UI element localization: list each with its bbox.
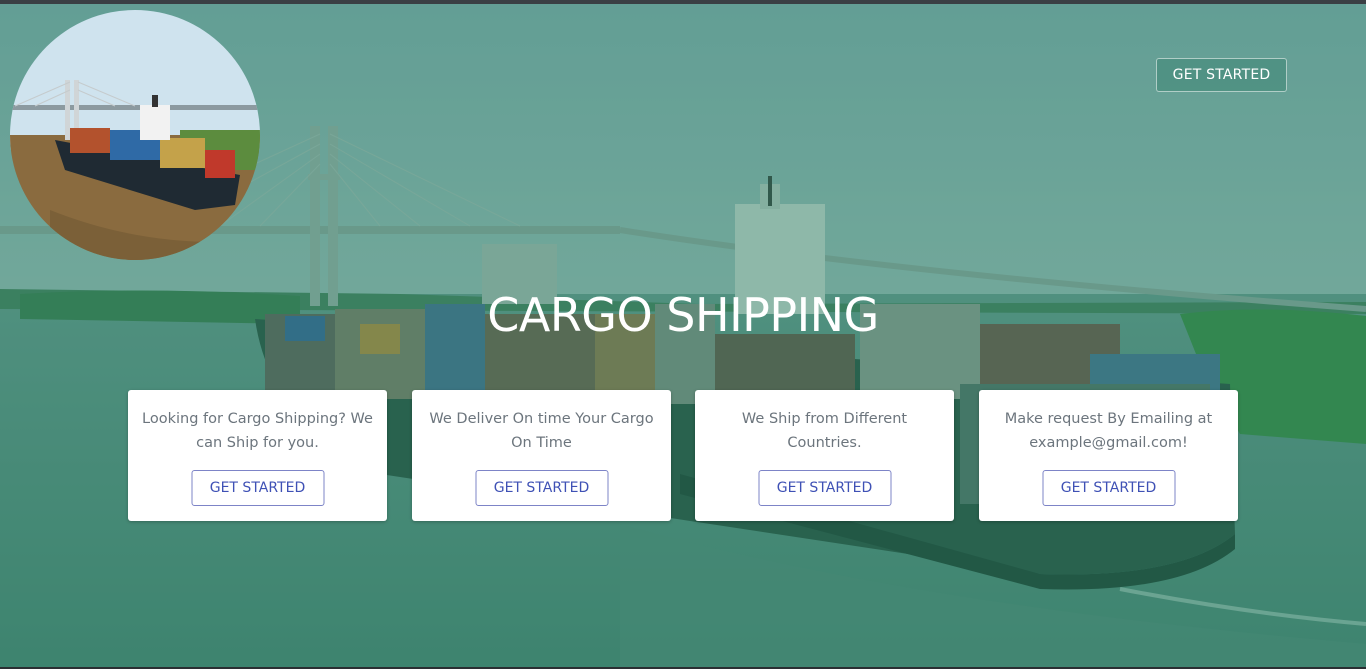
ship-logo-icon — [10, 10, 260, 260]
card-text: Looking for Cargo Shipping? We can Ship … — [142, 411, 373, 451]
card-get-started-button[interactable]: GET STARTED — [758, 470, 891, 506]
feature-card-countries: We Ship from Different Countries. GET ST… — [695, 390, 954, 521]
card-text: We Ship from Different Countries. — [741, 411, 908, 451]
header-get-started-button[interactable]: GET STARTED — [1156, 58, 1287, 92]
card-get-started-button[interactable]: GET STARTED — [1042, 470, 1175, 506]
feature-card-cargo: Looking for Cargo Shipping? We can Ship … — [128, 390, 387, 521]
feature-card-delivery: We Deliver On time Your Cargo On Time GE… — [412, 390, 671, 521]
card-get-started-button[interactable]: GET STARTED — [191, 470, 324, 506]
card-text: Make request By Emailing at example@gmai… — [1004, 411, 1213, 451]
card-text: We Deliver On time Your Cargo On Time — [429, 411, 654, 451]
logo-image[interactable] — [10, 10, 260, 260]
card-get-started-button[interactable]: GET STARTED — [475, 470, 608, 506]
page-title: CARGO SHIPPING — [487, 288, 879, 342]
feature-card-email: Make request By Emailing at example@gmai… — [979, 390, 1238, 521]
window-top-bar — [0, 0, 1366, 4]
